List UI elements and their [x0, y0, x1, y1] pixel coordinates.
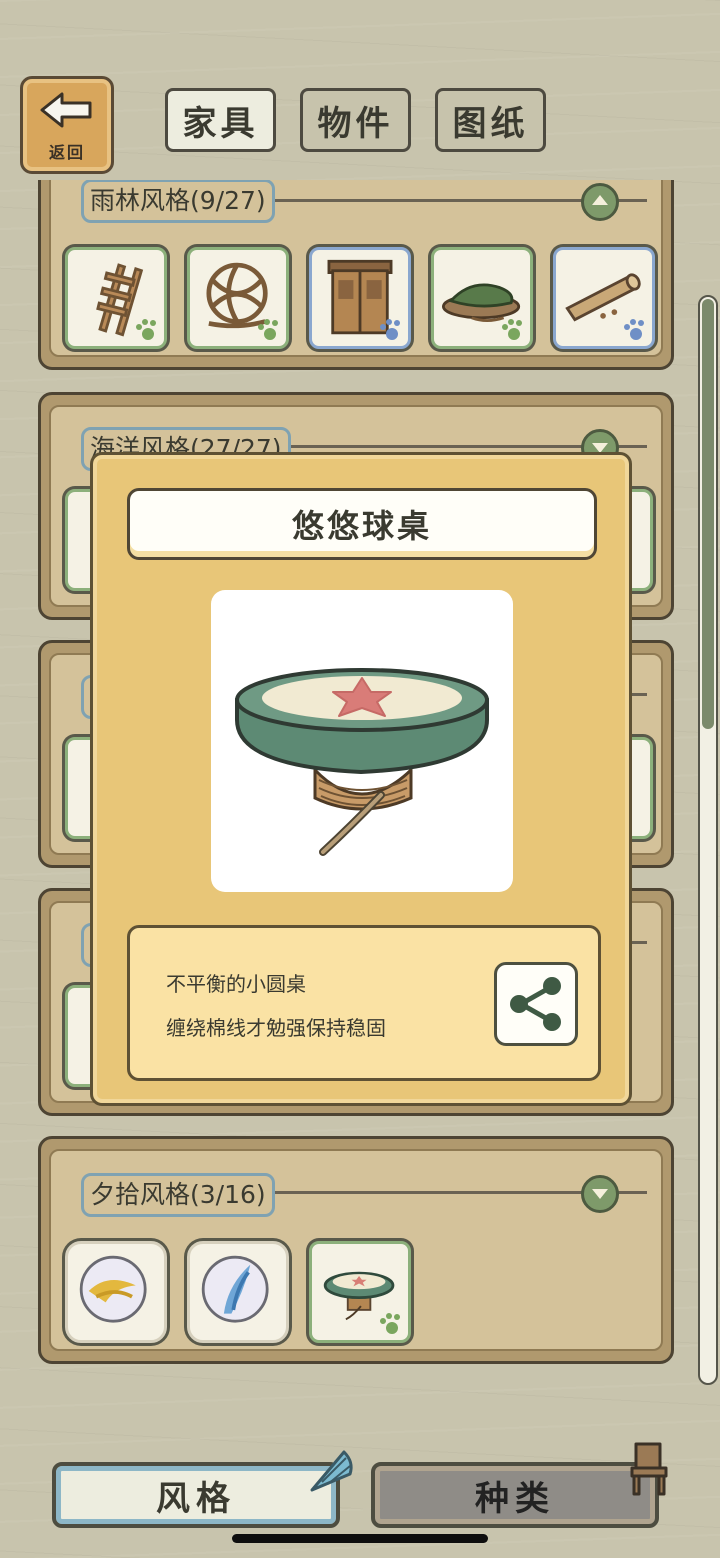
- seashell-icon: [310, 1450, 353, 1492]
- tab-blueprints[interactable]: 图纸: [435, 88, 546, 152]
- back-arrow-icon: [40, 92, 92, 128]
- description-line-1: 不平衡的小圆桌: [166, 972, 306, 996]
- item-marble-blue[interactable]: [187, 1241, 289, 1343]
- description-box: 不平衡的小圆桌 缠绕棉线才勉强保持稳固: [127, 925, 601, 1081]
- paw-icon: [380, 319, 400, 340]
- paw-icon: [502, 319, 522, 340]
- home-indicator[interactable]: [232, 1534, 488, 1543]
- section-title: 雨林风格(9/27): [81, 180, 275, 223]
- description-line-2: 缠绕棉线才勉强保持稳固: [166, 1016, 386, 1040]
- expand-toggle-icon[interactable]: [581, 1175, 619, 1213]
- section-title: 夕拾风格(3/16): [81, 1173, 275, 1217]
- tab-style[interactable]: 风格: [52, 1462, 340, 1528]
- paw-icon: [258, 319, 278, 340]
- tab-objects[interactable]: 物件: [300, 88, 411, 152]
- section-xishi: 夕拾风格(3/16): [38, 1136, 674, 1364]
- share-button[interactable]: [494, 962, 578, 1046]
- marble-blue-icon: [201, 1255, 269, 1323]
- item-ladder[interactable]: [65, 247, 167, 349]
- paw-icon: [380, 1313, 400, 1334]
- scrollbar[interactable]: [698, 295, 718, 1385]
- item-log[interactable]: [553, 247, 655, 349]
- marble-yellow-icon: [79, 1255, 147, 1323]
- item-vine-ball[interactable]: [187, 247, 289, 349]
- paw-icon: [624, 319, 644, 340]
- item-leaf-bed[interactable]: [431, 247, 533, 349]
- collapse-toggle-icon[interactable]: [581, 183, 619, 221]
- tab-style-label: 风格: [156, 1478, 236, 1519]
- modal-title: 悠悠球桌: [127, 488, 597, 560]
- item-image: [211, 590, 513, 892]
- section-rainforest: 雨林风格(9/27): [38, 180, 674, 370]
- scrollbar-thumb[interactable]: [702, 299, 714, 729]
- tab-furniture[interactable]: 家具: [165, 88, 276, 152]
- back-label: 返回: [48, 143, 85, 162]
- youyou-table-icon: [235, 668, 489, 856]
- item-youyou-table[interactable]: [309, 1241, 411, 1343]
- paw-icon: [136, 319, 156, 340]
- tab-type-label: 种类: [475, 1478, 555, 1519]
- item-wooden-door[interactable]: [309, 247, 411, 349]
- chair-icon: [630, 1442, 668, 1496]
- item-marble-yellow[interactable]: [65, 1241, 167, 1343]
- item-detail-modal[interactable]: 悠悠球桌 不平衡的小圆桌 缠绕棉线才勉强保持稳固: [90, 452, 632, 1106]
- share-icon: [510, 977, 561, 1031]
- tab-type[interactable]: 种类: [371, 1462, 659, 1528]
- back-button[interactable]: 返回: [20, 76, 114, 174]
